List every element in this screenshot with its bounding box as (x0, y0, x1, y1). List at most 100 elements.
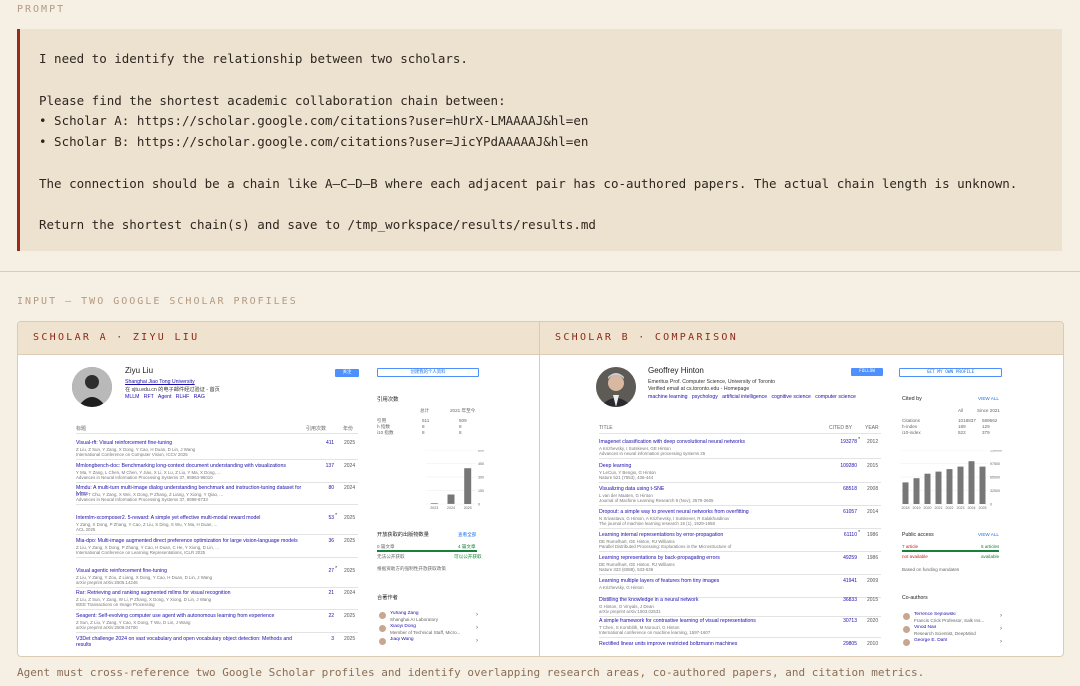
interest-link[interactable]: RFT (144, 394, 154, 400)
chart-bar (902, 482, 909, 504)
col-year[interactable]: 年份 (343, 425, 353, 432)
chart-x-tick: 2022 (946, 506, 954, 510)
pa-note: 根据资助方的强制性开放获取政策 (377, 566, 446, 571)
paper-title[interactable]: Deep learning (599, 463, 831, 469)
paper-title[interactable]: Imagenet classification with deep convol… (599, 439, 831, 445)
coauthor-name[interactable]: Jiaqi Wang (390, 637, 414, 642)
interest-link[interactable]: machine learning (648, 394, 688, 400)
paper-cited-count[interactable]: 68518 (825, 486, 857, 492)
interest-link[interactable]: artificial intelligence (722, 394, 767, 400)
col-cited[interactable]: 引用次数 (306, 425, 326, 432)
paper-cited-count[interactable]: 41941 (825, 578, 857, 584)
col-cited[interactable]: CITED BY (829, 425, 852, 431)
chart-bar (935, 471, 942, 504)
paper-cited-count[interactable]: 193278 (825, 439, 857, 445)
chevron-right-icon[interactable]: › (1000, 626, 1002, 632)
coauthor-name[interactable]: Yuhang Zang (390, 611, 419, 616)
paper-cited-count[interactable]: 30713 (825, 618, 857, 624)
paper-title[interactable]: Visualizing data using t-SNE (599, 486, 831, 492)
paper-cited-count[interactable]: 49259 (825, 555, 857, 561)
row-rule (76, 533, 358, 535)
stats-head-col1: All (958, 408, 964, 413)
public-access-view-all[interactable]: VIEW ALL (978, 532, 999, 537)
chart-x-tick: 2021 (935, 506, 943, 510)
paper-title[interactable]: Visual agentic reinforcement fine-tuning (76, 568, 308, 574)
col-year[interactable]: YEAR (865, 425, 879, 431)
interest-link[interactable]: cognitive science (771, 394, 811, 400)
coauthor-name[interactable]: George E. Dahl (914, 638, 947, 643)
paper-cited-count[interactable]: 109280 (825, 463, 857, 469)
paper-year: 2020 (867, 618, 879, 624)
paper-title[interactable]: Rar: Retrieving and ranking augmented ml… (76, 590, 308, 596)
paper-title[interactable]: Learning multiple layers of features fro… (599, 578, 831, 584)
get-profile-button[interactable]: GET MY OWN PROFILE (899, 368, 1002, 377)
paper-year: 1986 (867, 555, 879, 561)
header-rule (599, 433, 881, 434)
create-profile-button[interactable]: 创建我的个人资料 (377, 368, 479, 377)
interest-link[interactable]: Agent (158, 394, 172, 400)
coauthor-name[interactable]: Xiaoyi Dong (390, 624, 416, 629)
col-title[interactable]: 标题 (76, 425, 86, 432)
row-rule (599, 481, 881, 483)
cited-by-title: Cited by (902, 396, 922, 402)
scholar-b-citation-chart: 2018 2019 2020 2021 2022 2023 2024 2025 130000 97… (900, 450, 1002, 510)
paper-cited-count[interactable]: 137 (302, 463, 334, 469)
paper-title[interactable]: A simple framework for contrastive learn… (599, 618, 831, 624)
paper-authors: A Krizhevsky, G Hinton (599, 584, 644, 590)
paper-cited-count[interactable]: 36833 (825, 597, 857, 603)
paper-title[interactable]: Seagent: Self-evolving computer use agen… (76, 613, 308, 619)
public-access-view-all[interactable]: 查看全部 (458, 532, 476, 538)
stat-all: 1018837 (958, 418, 976, 423)
header-rule (76, 433, 358, 434)
paper-title[interactable]: Mmlongbench-doc: Benchmarking long-conte… (76, 463, 308, 469)
paper-title[interactable]: V3Det challenge 2024 on vast vocabulary … (76, 636, 308, 648)
chart-x-tick: 2020 (924, 506, 932, 510)
chart-bar (913, 478, 920, 504)
paper-title[interactable]: Dropout: a simple way to prevent neural … (599, 509, 831, 515)
chevron-right-icon[interactable]: › (476, 612, 478, 618)
paper-venue: Advances in Neural Information Processin… (76, 496, 208, 502)
paper-title[interactable]: Distilling the knowledge in a neural net… (599, 597, 831, 603)
paper-cited-count[interactable]: 411 (302, 440, 334, 446)
chevron-right-icon[interactable]: › (476, 625, 478, 631)
paper-cited-count[interactable]: 80 (302, 485, 334, 491)
interest-link[interactable]: RAG (194, 394, 205, 400)
follow-button[interactable]: 关注 (335, 369, 359, 377)
chart-bar (430, 503, 438, 504)
stat-label: Citations (902, 418, 920, 423)
paper-title[interactable]: Mia-dpo: Multi-image augmented direct pr… (76, 538, 308, 544)
cited-by-view-all[interactable]: VIEW ALL (978, 396, 999, 401)
col-title[interactable]: TITLE (599, 425, 613, 431)
paper-cited-count[interactable]: 27 (302, 568, 334, 574)
paper-cited-count[interactable]: 36 (302, 538, 334, 544)
chart-x-tick: 2023 (430, 506, 438, 510)
interest-link[interactable]: RLHF (176, 394, 190, 400)
paper-cited-count[interactable]: 3 (302, 636, 334, 642)
paper-title[interactable]: Visual-rft: Visual reinforcement fine-tu… (76, 440, 308, 446)
paper-title[interactable]: Learning representations by back-propaga… (599, 555, 831, 561)
paper-cited-count[interactable]: 21 (302, 590, 334, 596)
coauthor-name[interactable]: Terrence Sejnowski (914, 612, 956, 617)
paper-cited-count[interactable]: 61110 (825, 532, 857, 538)
paper-title[interactable]: Internlm-xcomposer2. 5-reward: A simple … (76, 515, 308, 521)
paper-cited-count[interactable]: 22 (302, 613, 334, 619)
paper-title[interactable]: Rectified linear units improve restricte… (599, 641, 831, 647)
interest-link[interactable]: MLLM (125, 394, 139, 400)
interest-link[interactable]: psychology (692, 394, 718, 400)
chart-x-tick: 2025 (979, 506, 987, 510)
chevron-right-icon[interactable]: › (476, 638, 478, 644)
follow-button[interactable]: FOLLOW (851, 368, 883, 376)
paper-title[interactable]: Learning internal representations by err… (599, 532, 831, 538)
interest-link[interactable]: computer science (815, 394, 856, 400)
stat-all: 8 (422, 424, 425, 429)
paper-cited-count[interactable]: 61057 (825, 509, 857, 515)
row-rule (599, 615, 881, 617)
paper-cited-count[interactable]: 53 (302, 515, 334, 521)
coauthor-name[interactable]: Vinod Nair (914, 625, 936, 630)
chevron-right-icon[interactable]: › (1000, 639, 1002, 645)
chevron-right-icon[interactable]: › (1000, 613, 1002, 619)
paper-year: 2025 (344, 440, 356, 446)
paper-cited-count[interactable]: 29805 (825, 641, 857, 647)
stats-head-col2: 2021 年至今 (450, 408, 476, 413)
scholar-a-affiliation[interactable]: Shanghai Jiao Tong University (125, 379, 195, 385)
